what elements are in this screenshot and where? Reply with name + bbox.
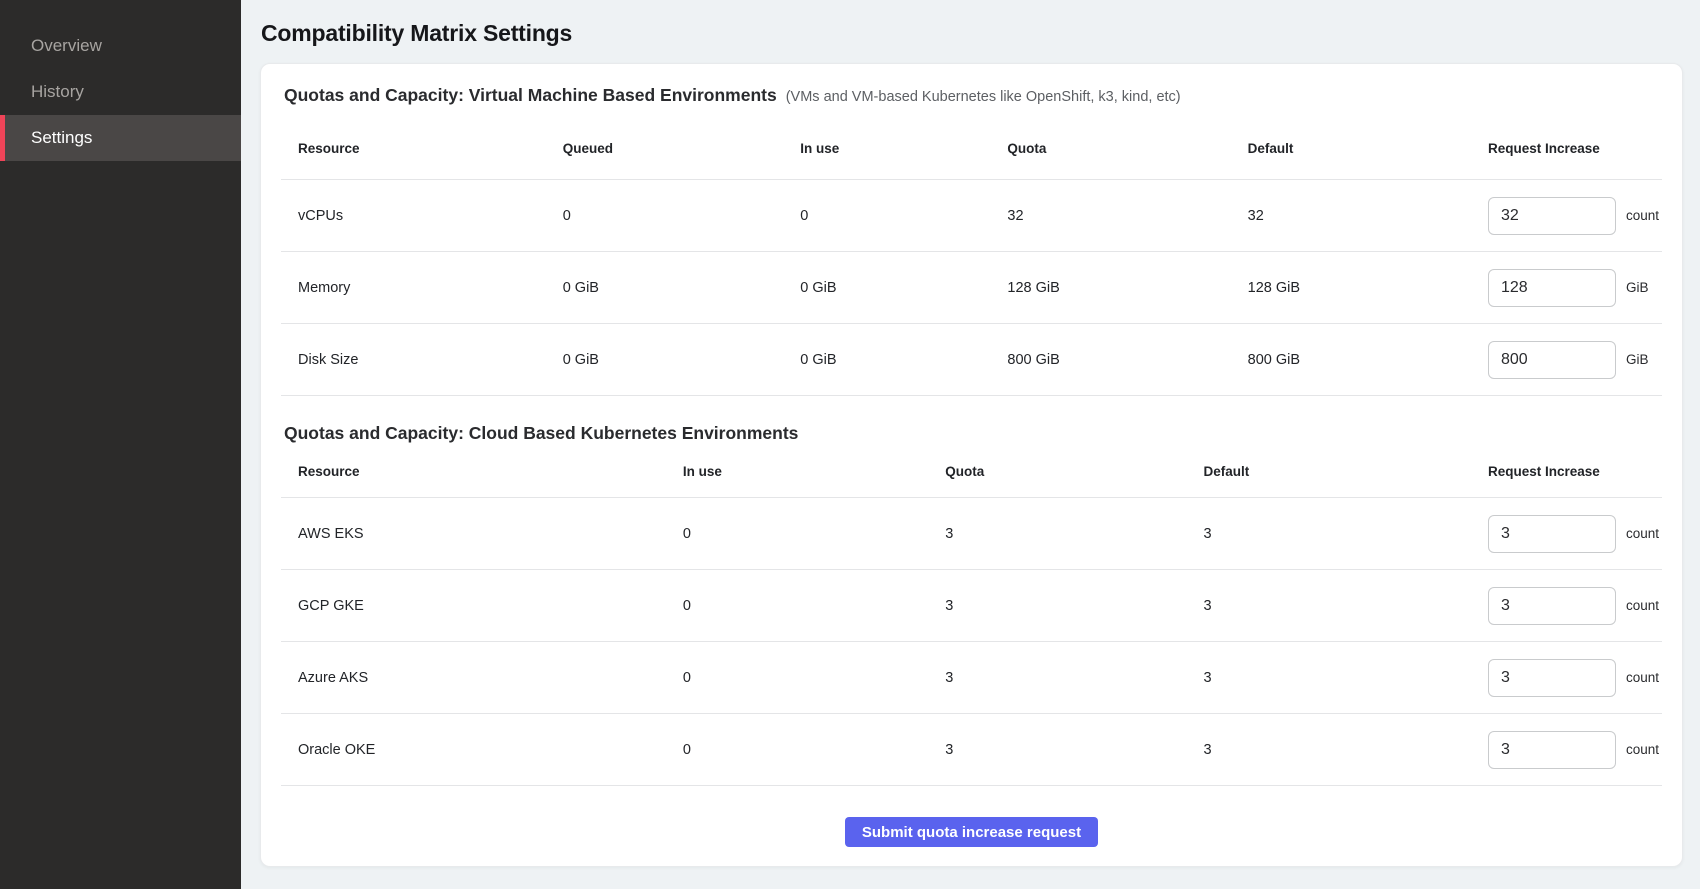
k8s-quota-table: Resource In use Quota Default Request In… (281, 449, 1662, 786)
cell-quota: 32 (1007, 180, 1247, 252)
cell-quota: 128 GiB (1007, 252, 1247, 324)
vm-section-header: Quotas and Capacity: Virtual Machine Bas… (281, 85, 1662, 108)
cell-resource: GCP GKE (281, 570, 683, 642)
cell-quota: 3 (945, 498, 1203, 570)
gcp-gke-request-increase-input[interactable] (1488, 587, 1616, 625)
cell-quota: 800 GiB (1007, 324, 1247, 396)
submit-quota-increase-button[interactable]: Submit quota increase request (845, 817, 1098, 847)
unit-label: count (1626, 208, 1659, 223)
request-increase-cell: count (1488, 659, 1662, 697)
unit-label: count (1626, 742, 1659, 757)
azure-aks-request-increase-input[interactable] (1488, 659, 1616, 697)
column-header-quota: Quota (945, 449, 1203, 498)
table-row-vcpus: vCPUs 0 0 32 32 count (281, 180, 1662, 252)
cell-default: 3 (1203, 714, 1487, 786)
cell-queued: 0 GiB (563, 252, 801, 324)
request-increase-cell: count (1488, 587, 1662, 625)
table-row-gcp-gke: GCP GKE 0 3 3 count (281, 570, 1662, 642)
column-header-quota: Quota (1007, 125, 1247, 180)
cell-default: 32 (1248, 180, 1488, 252)
cell-resource: Oracle OKE (281, 714, 683, 786)
k8s-section-header: Quotas and Capacity: Cloud Based Kuberne… (281, 423, 1662, 444)
column-header-resource: Resource (281, 449, 683, 498)
request-increase-cell: count (1488, 515, 1662, 553)
cell-in-use: 0 (800, 180, 1007, 252)
cell-resource: Memory (281, 252, 563, 324)
sidebar-item-history[interactable]: History (0, 69, 241, 115)
sidebar-item-overview[interactable]: Overview (0, 23, 241, 69)
cell-in-use: 0 (683, 570, 945, 642)
card-footer: Submit quota increase request (281, 817, 1662, 847)
cell-default: 3 (1203, 498, 1487, 570)
column-header-request-increase: Request Increase (1488, 449, 1662, 498)
sidebar-item-label: Overview (31, 36, 102, 56)
main-content: Compatibility Matrix Settings Quotas and… (241, 0, 1700, 889)
sidebar-item-label: History (31, 82, 84, 102)
column-header-request-increase: Request Increase (1488, 125, 1662, 180)
cell-in-use: 0 GiB (800, 324, 1007, 396)
cell-resource: Azure AKS (281, 642, 683, 714)
cell-default: 3 (1203, 642, 1487, 714)
column-header-in-use: In use (800, 125, 1007, 180)
vm-table-header-row: Resource Queued In use Quota Default Req… (281, 125, 1662, 180)
cell-resource: vCPUs (281, 180, 563, 252)
cell-in-use: 0 (683, 498, 945, 570)
request-increase-cell: count (1488, 731, 1662, 769)
aws-eks-request-increase-input[interactable] (1488, 515, 1616, 553)
unit-label: GiB (1626, 352, 1649, 367)
cell-quota: 3 (945, 642, 1203, 714)
unit-label: count (1626, 598, 1659, 613)
column-header-resource: Resource (281, 125, 563, 180)
sidebar-item-settings[interactable]: Settings (0, 115, 241, 161)
column-header-queued: Queued (563, 125, 801, 180)
table-row-azure-aks: Azure AKS 0 3 3 count (281, 642, 1662, 714)
k8s-table-header-row: Resource In use Quota Default Request In… (281, 449, 1662, 498)
cell-queued: 0 GiB (563, 324, 801, 396)
cell-in-use: 0 (683, 642, 945, 714)
request-increase-cell: GiB (1488, 341, 1662, 379)
disk-size-request-increase-input[interactable] (1488, 341, 1616, 379)
request-increase-cell: GiB (1488, 269, 1662, 307)
vm-section-title: Quotas and Capacity: Virtual Machine Bas… (284, 85, 777, 106)
cell-resource: Disk Size (281, 324, 563, 396)
cell-default: 128 GiB (1248, 252, 1488, 324)
request-increase-cell: count (1488, 197, 1662, 235)
cell-default: 800 GiB (1248, 324, 1488, 396)
unit-label: count (1626, 670, 1659, 685)
cell-in-use: 0 (683, 714, 945, 786)
cell-default: 3 (1203, 570, 1487, 642)
k8s-section-title: Quotas and Capacity: Cloud Based Kuberne… (284, 423, 798, 444)
column-header-default: Default (1203, 449, 1487, 498)
vm-section-subtitle: (VMs and VM-based Kubernetes like OpenSh… (786, 87, 1181, 108)
sidebar-item-label: Settings (31, 128, 92, 148)
cell-resource: AWS EKS (281, 498, 683, 570)
column-header-in-use: In use (683, 449, 945, 498)
unit-label: count (1626, 526, 1659, 541)
page-title: Compatibility Matrix Settings (261, 20, 1683, 47)
memory-request-increase-input[interactable] (1488, 269, 1616, 307)
table-row-aws-eks: AWS EKS 0 3 3 count (281, 498, 1662, 570)
vm-quota-table: Resource Queued In use Quota Default Req… (281, 125, 1662, 396)
cell-queued: 0 (563, 180, 801, 252)
sidebar: Overview History Settings (0, 0, 241, 889)
vcpus-request-increase-input[interactable] (1488, 197, 1616, 235)
settings-card: Quotas and Capacity: Virtual Machine Bas… (260, 63, 1683, 867)
oracle-oke-request-increase-input[interactable] (1488, 731, 1616, 769)
cell-quota: 3 (945, 714, 1203, 786)
table-row-memory: Memory 0 GiB 0 GiB 128 GiB 128 GiB GiB (281, 252, 1662, 324)
column-header-default: Default (1248, 125, 1488, 180)
table-row-disk-size: Disk Size 0 GiB 0 GiB 800 GiB 800 GiB Gi… (281, 324, 1662, 396)
table-row-oracle-oke: Oracle OKE 0 3 3 count (281, 714, 1662, 786)
unit-label: GiB (1626, 280, 1649, 295)
cell-quota: 3 (945, 570, 1203, 642)
app-root: Overview History Settings Compatibility … (0, 0, 1700, 889)
cell-in-use: 0 GiB (800, 252, 1007, 324)
